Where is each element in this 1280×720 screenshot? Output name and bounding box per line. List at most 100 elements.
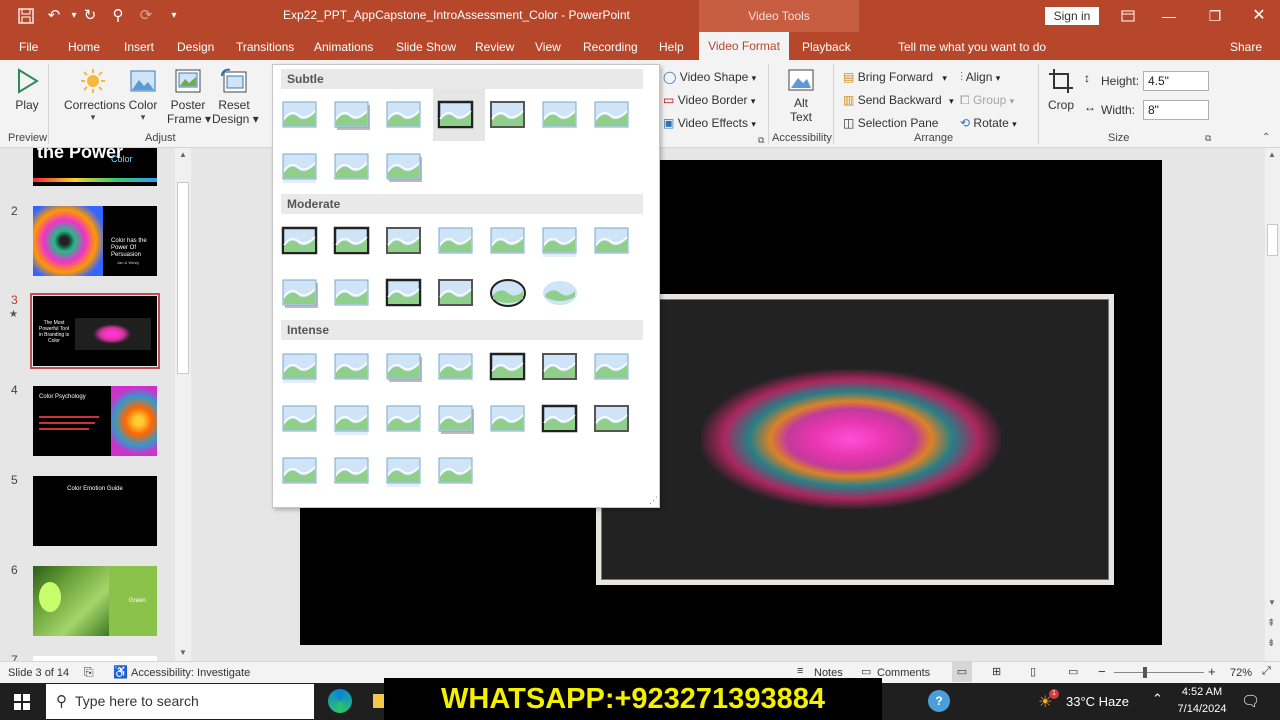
windows-start-icon[interactable] (14, 694, 30, 713)
video-style-option[interactable] (333, 455, 371, 487)
restore-icon[interactable]: ❐ (1203, 4, 1227, 28)
previous-slide-icon[interactable]: ⇞ (1267, 618, 1275, 629)
video-style-option[interactable] (281, 351, 319, 383)
resize-grip-icon[interactable]: ⋰ (649, 495, 658, 506)
video-style-option[interactable] (593, 351, 631, 383)
video-style-option[interactable] (541, 351, 579, 383)
slide-thumbnail-2[interactable]: Color has the Power Of Persuasion Jan & … (33, 206, 157, 276)
video-effects-button[interactable]: ▣ Video Effects ▾ (663, 112, 756, 135)
video-style-option[interactable] (593, 99, 631, 131)
poster-frame-button[interactable]: Poster Frame ▾ (167, 68, 211, 126)
tab-animations[interactable]: Animations (314, 40, 373, 54)
video-style-option[interactable] (593, 225, 631, 257)
tab-design[interactable]: Design (177, 40, 214, 54)
video-style-option[interactable] (385, 225, 423, 257)
video-style-option[interactable] (437, 351, 475, 383)
zoom-slider-thumb[interactable] (1143, 667, 1147, 678)
edge-browser-icon[interactable] (328, 689, 352, 713)
video-object[interactable] (596, 294, 1114, 585)
help-icon[interactable]: ? (928, 690, 950, 712)
notifications-icon[interactable]: 🗨 (1241, 692, 1260, 710)
spelling-icon[interactable]: ⎘ (84, 665, 94, 680)
slide-thumbnail-1[interactable]: the Power Color (33, 148, 157, 186)
video-style-option[interactable] (281, 225, 319, 257)
zoom-in-icon[interactable]: + (1208, 664, 1216, 679)
width-input[interactable]: 8" (1143, 100, 1209, 120)
video-style-option[interactable] (385, 403, 423, 435)
slide-thumbnail-5[interactable]: Color Emotion Guide (33, 476, 157, 546)
video-style-option[interactable] (489, 99, 527, 131)
taskbar-search-box[interactable]: ⚲ Type here to search (46, 684, 314, 719)
alt-text-button[interactable]: Alt Text (784, 68, 818, 124)
show-hidden-icons-icon[interactable]: ⌃ (1152, 691, 1163, 707)
redo-icon[interactable]: ↻ (80, 6, 100, 26)
height-input[interactable]: 4.5" (1143, 71, 1209, 91)
video-style-option[interactable] (593, 403, 631, 435)
scroll-down-icon[interactable]: ▼ (1268, 598, 1276, 607)
corrections-button[interactable]: Corrections ▾ (64, 68, 125, 123)
zoom-out-icon[interactable]: − (1098, 664, 1106, 679)
ribbon-display-icon[interactable] (1116, 4, 1140, 28)
video-style-option[interactable] (385, 351, 423, 383)
video-style-option[interactable] (437, 403, 475, 435)
reset-design-button[interactable]: Reset Design ▾ (212, 68, 259, 126)
video-style-option[interactable] (489, 403, 527, 435)
zoom-slider[interactable] (1114, 672, 1204, 673)
canvas-scrollbar[interactable]: ▲ ▼ ⇞ ⇟ (1265, 148, 1280, 661)
presenter-icon[interactable]: ⚲ (108, 6, 128, 26)
video-style-option[interactable] (489, 351, 527, 383)
video-style-option[interactable] (385, 151, 423, 183)
slide-show-view-icon[interactable]: ▭ (1068, 665, 1078, 678)
clock-date[interactable]: 7/14/2024 (1176, 703, 1228, 715)
slide-thumbnail-3[interactable]: The Most Powerful Tool in Branding is Co… (33, 296, 157, 366)
video-style-option[interactable] (333, 151, 371, 183)
play-button[interactable]: Play (14, 68, 40, 112)
tab-video-format[interactable]: Video Format (699, 32, 789, 60)
tab-file[interactable]: File (19, 40, 38, 54)
normal-view-icon[interactable]: ▭ (952, 662, 972, 682)
minimize-icon[interactable]: — (1157, 4, 1181, 28)
dialog-launcher-icon[interactable]: ⧉ (758, 135, 764, 146)
tab-insert[interactable]: Insert (124, 40, 154, 54)
tab-review[interactable]: Review (475, 40, 514, 54)
tab-view[interactable]: View (535, 40, 561, 54)
customize-qat-icon[interactable]: ▾ (164, 6, 184, 26)
rotate-button[interactable]: ⟲ Rotate ▾ (960, 112, 1017, 135)
video-style-option[interactable] (541, 403, 579, 435)
accessibility-status[interactable]: Accessibility: Investigate (131, 667, 250, 679)
weather-text[interactable]: 33°C Haze (1066, 694, 1129, 709)
scroll-up-icon[interactable]: ▲ (1268, 150, 1276, 159)
video-style-option[interactable] (333, 225, 371, 257)
video-style-option[interactable] (489, 225, 527, 257)
tab-playback[interactable]: Playback (802, 40, 851, 54)
video-style-option[interactable] (541, 225, 579, 257)
scrollbar-thumb[interactable] (1267, 224, 1278, 256)
video-style-option[interactable] (281, 455, 319, 487)
video-style-option[interactable] (541, 99, 579, 131)
scroll-down-icon[interactable]: ▼ (179, 648, 187, 657)
size-dialog-launcher-icon[interactable]: ⧉ (1205, 133, 1211, 144)
scrollbar-thumb[interactable] (177, 182, 189, 374)
align-button[interactable]: ⫶ Align ▾ (960, 66, 1017, 89)
video-style-option[interactable] (333, 403, 371, 435)
video-style-option[interactable] (437, 99, 475, 131)
video-style-option[interactable] (437, 277, 475, 309)
send-backward-button[interactable]: ▥ Send Backward ▾ (843, 89, 954, 112)
video-style-option[interactable] (281, 99, 319, 131)
video-style-option[interactable] (385, 455, 423, 487)
video-style-option[interactable] (333, 351, 371, 383)
fit-to-window-icon[interactable]: ⤢ (1262, 665, 1271, 678)
crop-button[interactable]: Crop (1046, 68, 1076, 112)
video-style-option[interactable] (541, 277, 579, 309)
slide-thumbnail-4[interactable]: Color Psychology (33, 386, 157, 456)
color-button[interactable]: Color ▾ (128, 68, 158, 123)
slide-thumbnail-6[interactable]: Green (33, 566, 157, 636)
zoom-level[interactable]: 72% (1230, 667, 1252, 679)
save-icon[interactable] (16, 6, 36, 26)
bring-forward-button[interactable]: ▤ Bring Forward ▾ (843, 66, 954, 89)
video-style-option[interactable] (333, 99, 371, 131)
video-style-option[interactable] (437, 225, 475, 257)
comments-button[interactable]: Comments (877, 667, 930, 679)
video-style-option[interactable] (437, 455, 475, 487)
reading-view-icon[interactable]: ▯ (1030, 665, 1036, 678)
